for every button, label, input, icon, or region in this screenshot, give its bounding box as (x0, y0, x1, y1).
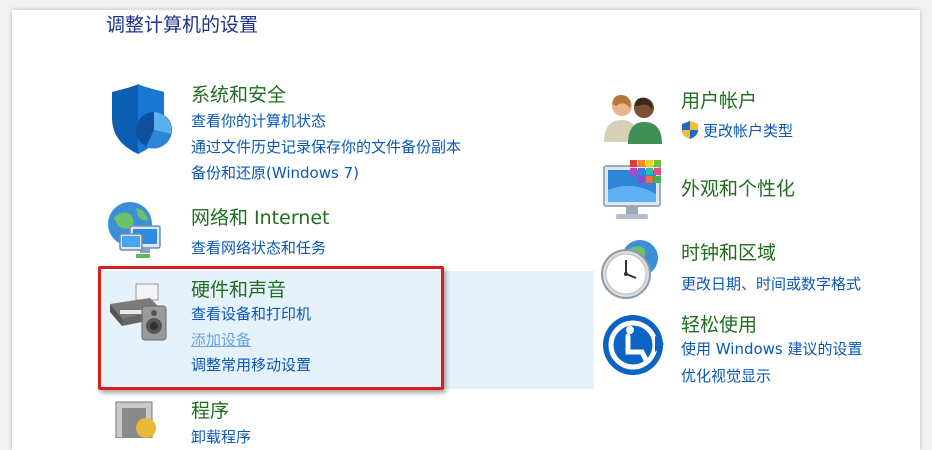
category-title-programs[interactable]: 程序 (191, 396, 229, 423)
link-uninstall-program[interactable]: 卸载程序 (191, 426, 251, 447)
clock-globe-icon (601, 240, 658, 299)
link-file-history-backup[interactable]: 通过文件历史记录保存你的文件备份副本 (191, 136, 461, 157)
annotation-highlight-box (98, 266, 444, 390)
programs-icon (115, 401, 156, 438)
category-title-system-security[interactable]: 系统和安全 (191, 80, 286, 107)
link-optimize-visual-display[interactable]: 优化视觉显示 (681, 365, 771, 386)
link-change-account-type[interactable]: 更改帐户类型 (703, 120, 793, 141)
users-icon (604, 95, 662, 144)
link-view-network-status[interactable]: 查看网络状态和任务 (191, 237, 326, 258)
category-title-network-internet[interactable]: 网络和 Internet (191, 203, 329, 230)
uac-shield-icon (682, 121, 698, 139)
ease-of-access-icon (603, 315, 664, 375)
page-title: 调整计算机的设置 (106, 14, 259, 36)
category-title-user-accounts[interactable]: 用户帐户 (681, 86, 757, 113)
link-backup-restore[interactable]: 备份和还原(Windows 7) (191, 162, 359, 183)
security-shield-icon (112, 84, 172, 154)
monitor-palette-icon (603, 160, 661, 219)
category-title-clock-region[interactable]: 时钟和区域 (681, 238, 776, 265)
link-change-date-time-format[interactable]: 更改日期、时间或数字格式 (681, 273, 861, 294)
category-title-appearance[interactable]: 外观和个性化 (681, 174, 795, 201)
network-globe-icon (108, 202, 161, 258)
link-recommended-settings[interactable]: 使用 Windows 建议的设置 (681, 338, 863, 359)
link-view-computer-status[interactable]: 查看你的计算机状态 (191, 110, 326, 131)
category-title-ease-of-access[interactable]: 轻松使用 (681, 310, 757, 337)
